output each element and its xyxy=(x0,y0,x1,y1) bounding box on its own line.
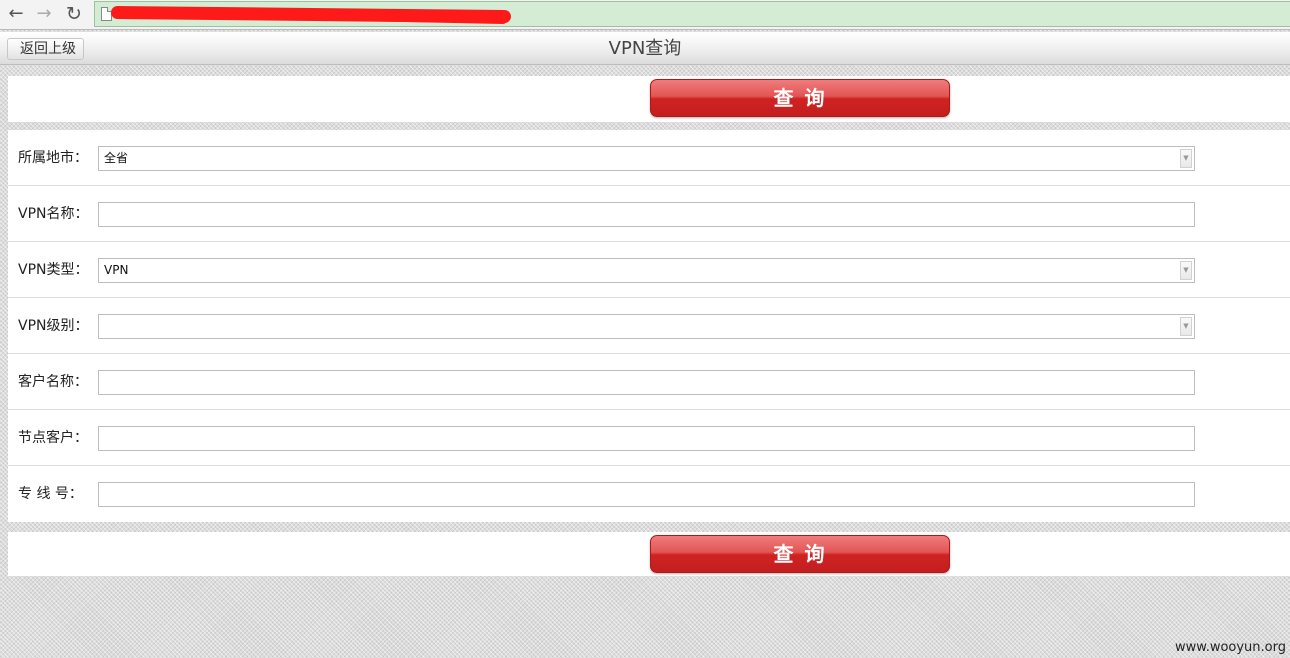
line-number-input[interactable] xyxy=(98,482,1195,507)
vpn-name-input[interactable] xyxy=(98,202,1195,227)
node-customer-label: 节点客户： xyxy=(18,430,88,446)
query-button-bottom[interactable]: 查 询 xyxy=(650,535,950,573)
node-customer-input[interactable] xyxy=(98,426,1195,451)
form-row-customer-name: 客户名称： xyxy=(8,354,1290,410)
city-select-value: 全省 xyxy=(104,151,129,165)
form-row-vpn-name: VPN名称： xyxy=(8,186,1290,242)
bottom-button-bar: 查 询 xyxy=(8,532,1290,576)
reload-icon[interactable]: ↻ xyxy=(63,3,85,25)
customer-name-input[interactable] xyxy=(98,370,1195,395)
app-header: 返回上级 VPN查询 xyxy=(0,32,1290,65)
customer-name-label: 客户名称： xyxy=(18,374,88,390)
line-number-label: 专 线 号： xyxy=(18,486,83,502)
address-bar[interactable] xyxy=(94,1,1290,27)
browser-toolbar: ← → ↻ xyxy=(0,0,1290,30)
watermark: www.wooyun.org xyxy=(1174,640,1286,655)
vpn-level-select[interactable]: ▼ xyxy=(98,314,1195,339)
query-form: 所属地市： 全省 ▼ VPN名称： VPN类型： VPN ▼ VPN级别： ▼ … xyxy=(8,130,1290,522)
form-row-city: 所属地市： 全省 ▼ xyxy=(8,130,1290,186)
city-select[interactable]: 全省 ▼ xyxy=(98,146,1195,171)
forward-arrow-icon[interactable]: → xyxy=(33,3,55,25)
form-row-node-customer: 节点客户： xyxy=(8,410,1290,466)
vpn-type-select[interactable]: VPN ▼ xyxy=(98,258,1195,283)
chevron-down-icon[interactable]: ▼ xyxy=(1180,149,1192,168)
back-arrow-icon[interactable]: ← xyxy=(5,3,27,25)
vpn-level-label: VPN级别： xyxy=(18,318,89,334)
query-button-top[interactable]: 查 询 xyxy=(650,79,950,117)
top-button-bar: 查 询 xyxy=(8,76,1290,122)
chevron-down-icon[interactable]: ▼ xyxy=(1180,317,1192,336)
vpn-type-select-value: VPN xyxy=(104,263,129,277)
form-row-line-number: 专 线 号： xyxy=(8,466,1290,522)
city-label: 所属地市： xyxy=(18,150,88,166)
chevron-down-icon[interactable]: ▼ xyxy=(1180,261,1192,280)
vpn-type-label: VPN类型： xyxy=(18,262,89,278)
vpn-name-label: VPN名称： xyxy=(18,206,89,222)
page-title: VPN查询 xyxy=(608,38,682,59)
form-row-vpn-level: VPN级别： ▼ xyxy=(8,298,1290,354)
form-row-vpn-type: VPN类型： VPN ▼ xyxy=(8,242,1290,298)
